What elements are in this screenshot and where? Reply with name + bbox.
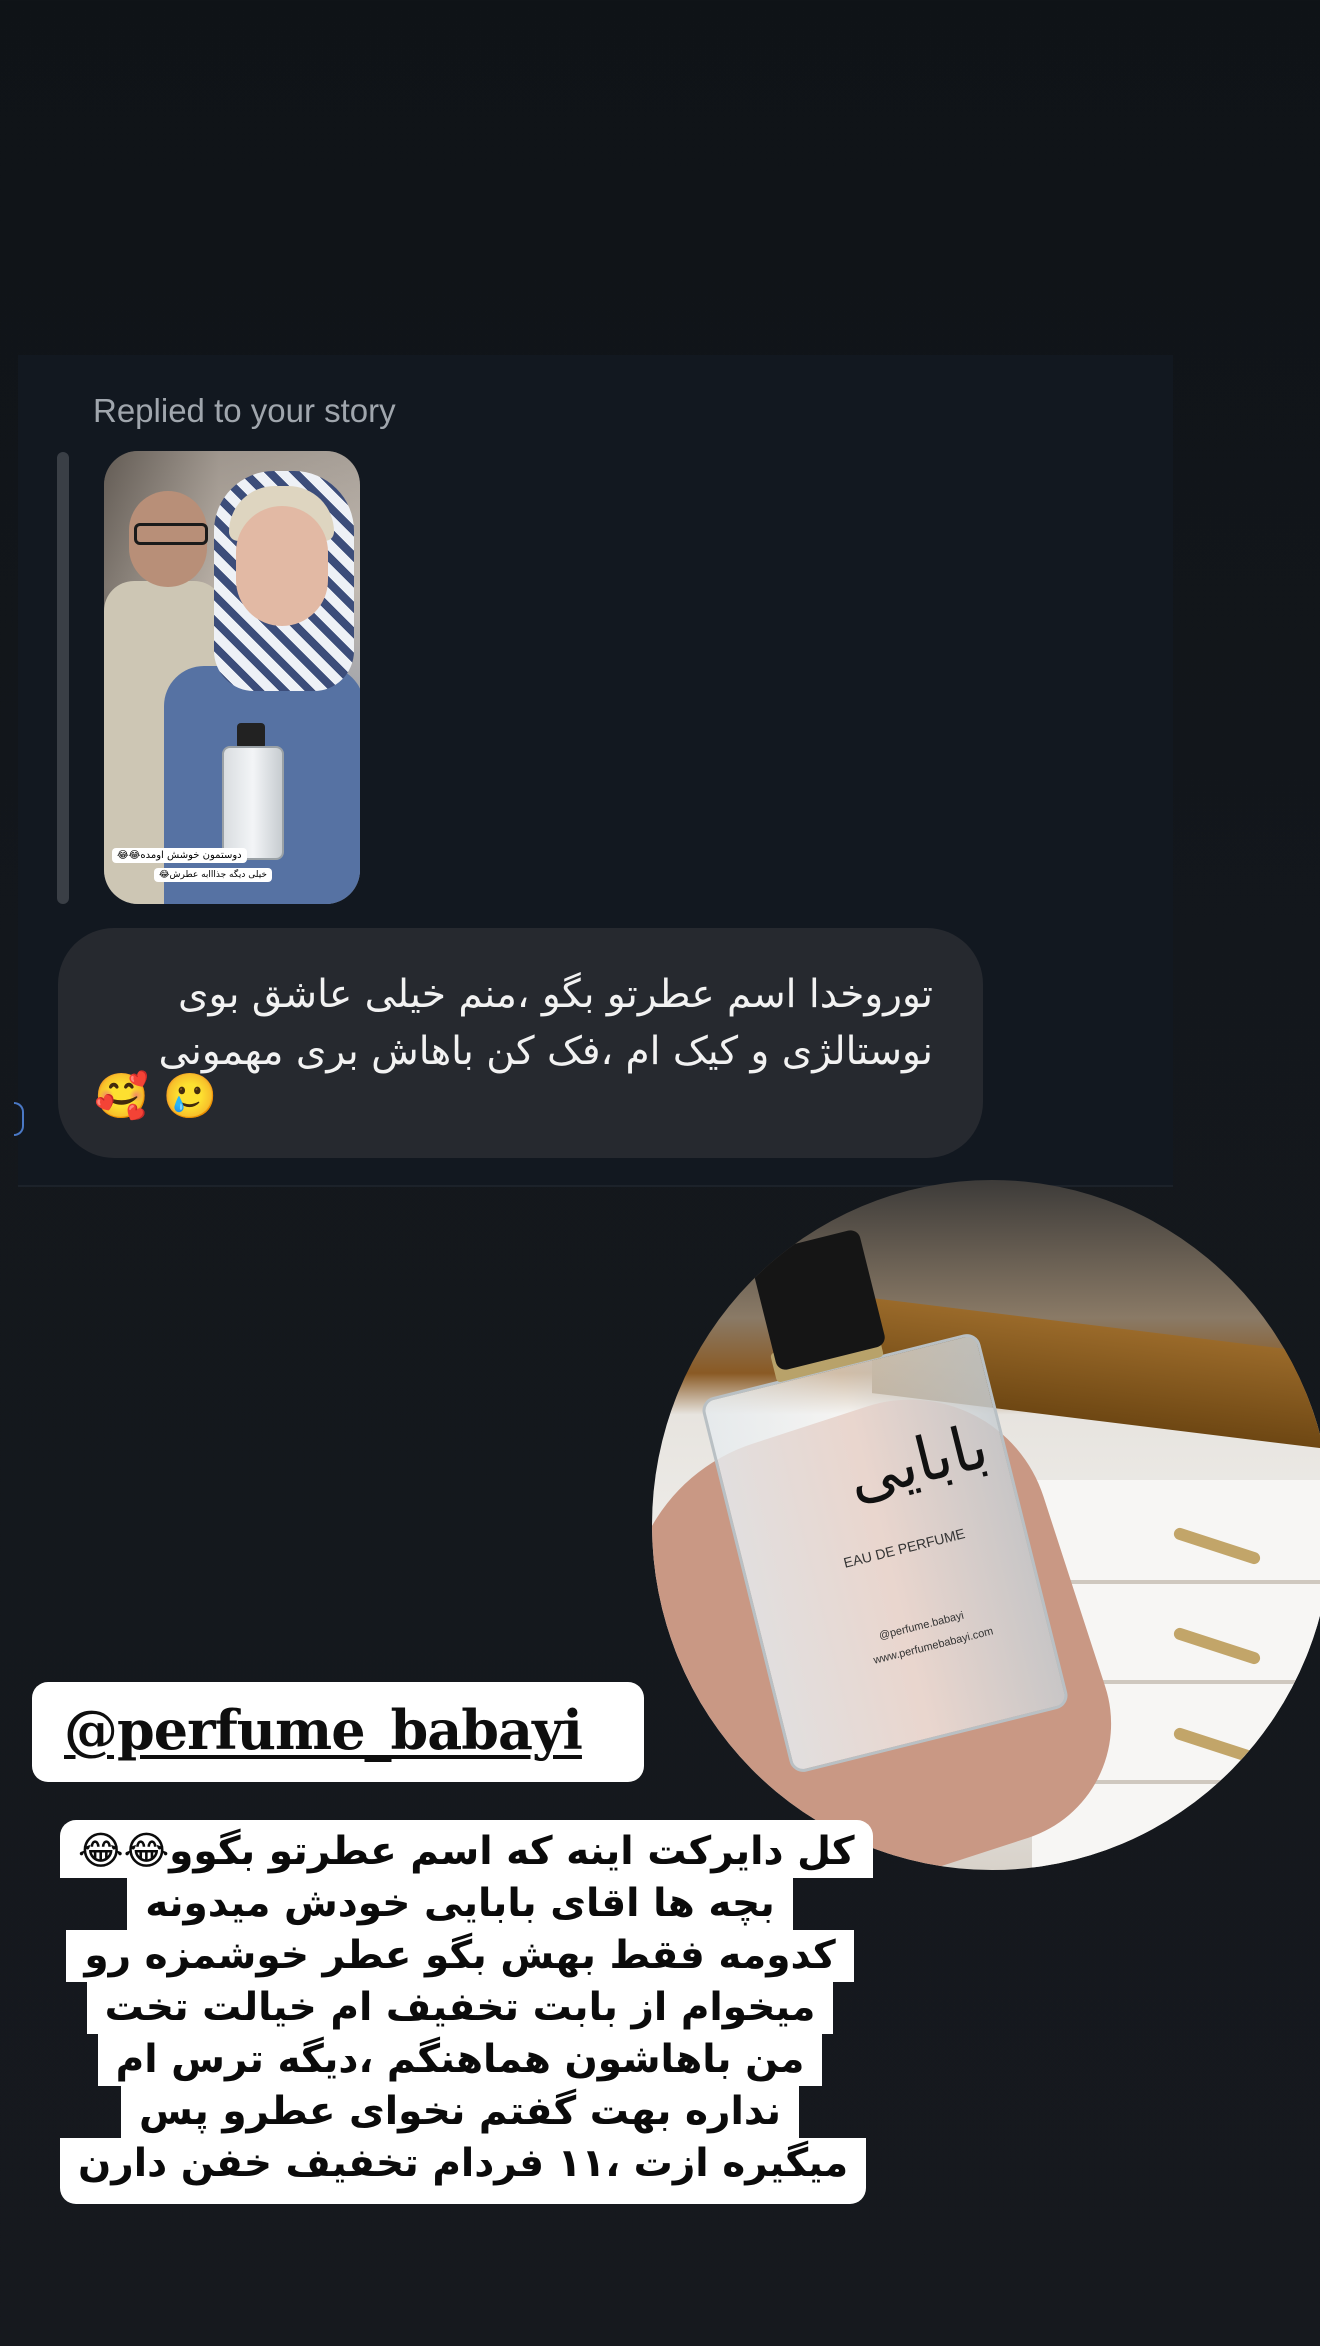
caption-line: کدومه فقط بهش بگو عطر خوشمزه رو [66, 1930, 854, 1982]
drawer-line [1032, 1580, 1320, 1584]
caption-line: میخوام از بابت تخفیف ام خیالت تخت [86, 1982, 834, 2034]
caption-line: من باهاشون هماهنگم ،دیگه ترس ام [97, 2034, 823, 2086]
reaction-edge-icon [14, 1102, 24, 1136]
caption-line: میگیره ازت ،۱۱ فردام تخفیف خفن دارن [60, 2138, 867, 2204]
message-emojis: 🥰 🥲 [94, 1071, 218, 1122]
story-woman-face [236, 506, 328, 626]
story-caption-1: دوستمون خوشش اومده😂😂 [112, 848, 247, 863]
mention-sticker[interactable]: @perfume_babayi [32, 1682, 644, 1782]
message-bubble[interactable]: توروخدا اسم عطرتو بگو ،منم خیلی عاشق بوی… [58, 928, 983, 1158]
caption-line: کل دایرکت اینه که اسم عطرتو بگوو😂😂 [60, 1820, 873, 1878]
caption-line: نداره بهت گفتم نخوای عطرو پس [120, 2086, 800, 2138]
caption-line: بچه ها اقای بابایی خودش میدونه [127, 1878, 793, 1930]
message-text: توروخدا اسم عطرتو بگو ،منم خیلی عاشق بوی… [158, 972, 934, 1074]
perfume-photo-circle: بابایی EAU DE PERFUME @perfume.babayi ww… [652, 1180, 1320, 1870]
story-caption-2: خیلی دیگه جذااابه عطرش😂 [154, 868, 272, 882]
story-thumbnail[interactable]: دوستمون خوشش اومده😂😂 خیلی دیگه جذااابه ع… [104, 451, 360, 904]
story-man-glasses [134, 523, 208, 545]
story-caption: کل دایرکت اینه که اسم عطرتو بگوو😂😂 بچه ه… [60, 1820, 873, 2204]
mention-handle[interactable]: @perfume_babayi [64, 1698, 583, 1762]
quote-bar [57, 452, 69, 904]
story-perfume-bottle [222, 746, 284, 860]
replied-to-story-label: Replied to your story [93, 392, 396, 429]
